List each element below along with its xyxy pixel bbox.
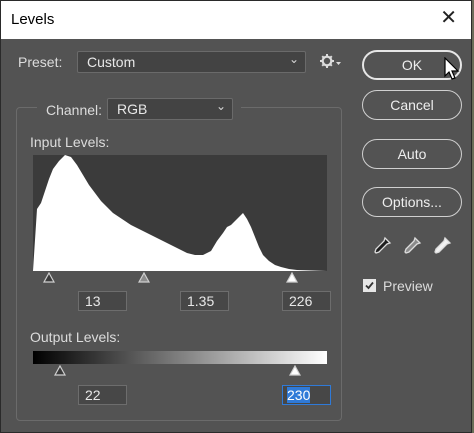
output-black-field[interactable]: 22 (78, 385, 127, 405)
cancel-button[interactable]: Cancel (362, 90, 462, 120)
options-button[interactable]: Options... (362, 187, 462, 217)
preset-value: Custom (87, 54, 136, 70)
black-eyedropper-icon[interactable] (372, 236, 392, 256)
output-white-slider[interactable] (289, 365, 301, 376)
channel-dropdown[interactable]: RGB ⌄ (107, 98, 233, 120)
checkmark-icon (365, 281, 374, 290)
channel-label: Channel: (46, 102, 103, 118)
histogram-curve (33, 155, 327, 271)
mouse-cursor-icon (444, 57, 460, 80)
input-gamma-value: 1.35 (187, 293, 215, 309)
channel-value: RGB (117, 101, 148, 117)
output-black-value: 22 (85, 387, 101, 403)
gray-eyedropper-icon[interactable] (402, 236, 422, 256)
chevron-down-icon: ⌄ (215, 99, 226, 113)
output-gradient-bar (33, 351, 327, 364)
preset-label: Preset: (18, 54, 63, 70)
close-icon[interactable]: ✕ (440, 8, 457, 28)
input-white-value: 226 (289, 293, 313, 309)
gear-icon[interactable] (320, 53, 342, 72)
title-bar: Levels ✕ (1, 1, 471, 39)
input-black-slider[interactable] (43, 272, 55, 283)
histogram (33, 155, 327, 271)
input-black-field[interactable]: 13 (78, 291, 127, 311)
chevron-down-icon: ⌄ (288, 52, 299, 66)
auto-button[interactable]: Auto (362, 139, 462, 169)
preview-checkbox[interactable] (363, 279, 376, 292)
white-eyedropper-icon[interactable] (432, 236, 452, 256)
input-black-value: 13 (85, 293, 101, 309)
input-gamma-slider[interactable] (138, 272, 150, 283)
output-white-value: 230 (287, 387, 311, 403)
preview-label: Preview (383, 278, 433, 294)
output-levels-label: Output Levels: (30, 329, 121, 345)
output-black-slider[interactable] (54, 365, 66, 376)
input-gamma-field[interactable]: 1.35 (180, 291, 229, 311)
input-white-slider[interactable] (286, 272, 298, 283)
levels-dialog: Levels ✕ Preset: Custom ⌄ Channel: RGB ⌄… (0, 0, 472, 433)
output-white-field[interactable]: 230 (282, 385, 331, 405)
input-levels-label: Input Levels: (30, 134, 110, 150)
input-white-field[interactable]: 226 (282, 291, 331, 311)
window-title: Levels (11, 11, 55, 28)
preset-dropdown[interactable]: Custom ⌄ (77, 51, 306, 73)
